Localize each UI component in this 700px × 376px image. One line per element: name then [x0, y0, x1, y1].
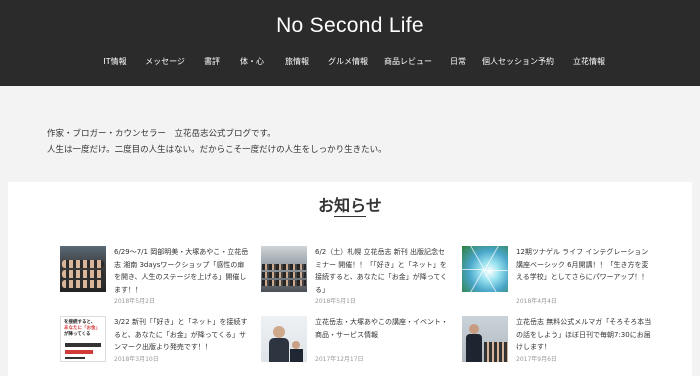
news-card-title[interactable]: 6/2（土）札幌 立花岳志 新刊 出版記念セミナー 開催！！「「好き」と「ネット…: [315, 246, 451, 296]
speaker-photo[interactable]: [261, 316, 307, 362]
lecture-photo[interactable]: [462, 316, 508, 362]
nav-item-product-review[interactable]: 商品レビュー: [384, 56, 432, 67]
news-card-date: 2017年12月17日: [315, 356, 364, 363]
news-card-title[interactable]: 12期ツナゲル ライフ インテグレーション講座ベーシック 6月開講！！「生き方を…: [516, 246, 652, 284]
nav-item-message[interactable]: メッセージ: [145, 56, 185, 67]
book-cover[interactable]: を接続すると、 あなたに「お金」 が降ってくる: [60, 316, 106, 362]
news-card-title[interactable]: 立花岳志・大塚あやこの講座・イベント・商品・サービス情報: [315, 316, 451, 341]
nav-item-tachibana[interactable]: 立花情報: [573, 56, 605, 67]
news-section: お知らせ 6/29〜7/1 岡部明美・大塚あやこ・立花岳志 湘南 3daysワー…: [8, 182, 692, 376]
site-title[interactable]: No Second Life: [0, 14, 700, 38]
description-line-2: 人生は一度だけ。二度目の人生はない。だからこそ一度だけの人生をしっかり生きたい。: [47, 145, 387, 155]
news-card[interactable]: 立花岳志・大塚あやこの講座・イベント・商品・サービス情報 2017年12月17日: [261, 316, 461, 376]
news-card[interactable]: を接続すると、 あなたに「お金」 が降ってくる 3/22 新刊「「好き」と「ネッ…: [60, 316, 260, 376]
nav-item-it[interactable]: IT情報: [103, 56, 126, 67]
sunlight-leaves-photo[interactable]: [462, 246, 508, 292]
nav-item-session-booking[interactable]: 個人セッション予約: [482, 56, 554, 67]
blog-description: 作家・ブロガー・カウンセラー 立花岳志公式ブログです。 人生は一度だけ。二度目の…: [47, 126, 387, 158]
news-heading: お知らせ: [318, 196, 382, 215]
news-card-title[interactable]: 6/29〜7/1 岡部明美・大塚あやこ・立花岳志 湘南 3daysワークショップ…: [114, 246, 250, 296]
workshop-group-photo[interactable]: [60, 246, 106, 292]
book-cover-line-3: が降ってくる: [64, 332, 91, 337]
main-nav: IT情報 メッセージ 書評 体・心 旅情報 グルメ情報 商品レビュー 日常 個人…: [90, 56, 630, 72]
nav-item-book-review[interactable]: 書評: [204, 56, 220, 67]
news-card[interactable]: 6/2（土）札幌 立花岳志 新刊 出版記念セミナー 開催！！「「好き」と「ネット…: [261, 246, 461, 316]
seminar-audience-photo[interactable]: [261, 246, 307, 292]
news-card-date: 2018年5月1日: [315, 298, 356, 305]
news-card-date: 2018年5月2日: [114, 298, 155, 305]
heading-underline: [334, 216, 366, 217]
news-card-date: 2018年3月10日: [114, 356, 159, 363]
news-card-date: 2017年9月6日: [516, 356, 557, 363]
news-card-date: 2018年4月4日: [516, 298, 557, 305]
news-card[interactable]: 12期ツナゲル ライフ インテグレーション講座ベーシック 6月開講！！「生き方を…: [462, 246, 662, 316]
description-line-1: 作家・ブロガー・カウンセラー 立花岳志公式ブログです。: [47, 129, 276, 139]
site-header: No Second Life IT情報 メッセージ 書評 体・心 旅情報 グルメ…: [0, 0, 700, 86]
news-card[interactable]: 6/29〜7/1 岡部明美・大塚あやこ・立花岳志 湘南 3daysワークショップ…: [60, 246, 260, 316]
nav-item-travel[interactable]: 旅情報: [285, 56, 309, 67]
news-card-title[interactable]: 3/22 新刊「「好き」と「ネット」を接続すると、あなたに「お金」が降ってくる」…: [114, 316, 250, 354]
news-card-title[interactable]: 立花岳志 無料公式メルマガ「そろそろ本当の話をしよう」ほぼ日刊で毎朝7:30にお…: [516, 316, 652, 354]
nav-item-daily[interactable]: 日常: [450, 56, 466, 67]
nav-item-body-mind[interactable]: 体・心: [240, 56, 264, 67]
nav-item-gourmet[interactable]: グルメ情報: [328, 56, 368, 67]
news-card[interactable]: 立花岳志 無料公式メルマガ「そろそろ本当の話をしよう」ほぼ日刊で毎朝7:30にお…: [462, 316, 662, 376]
